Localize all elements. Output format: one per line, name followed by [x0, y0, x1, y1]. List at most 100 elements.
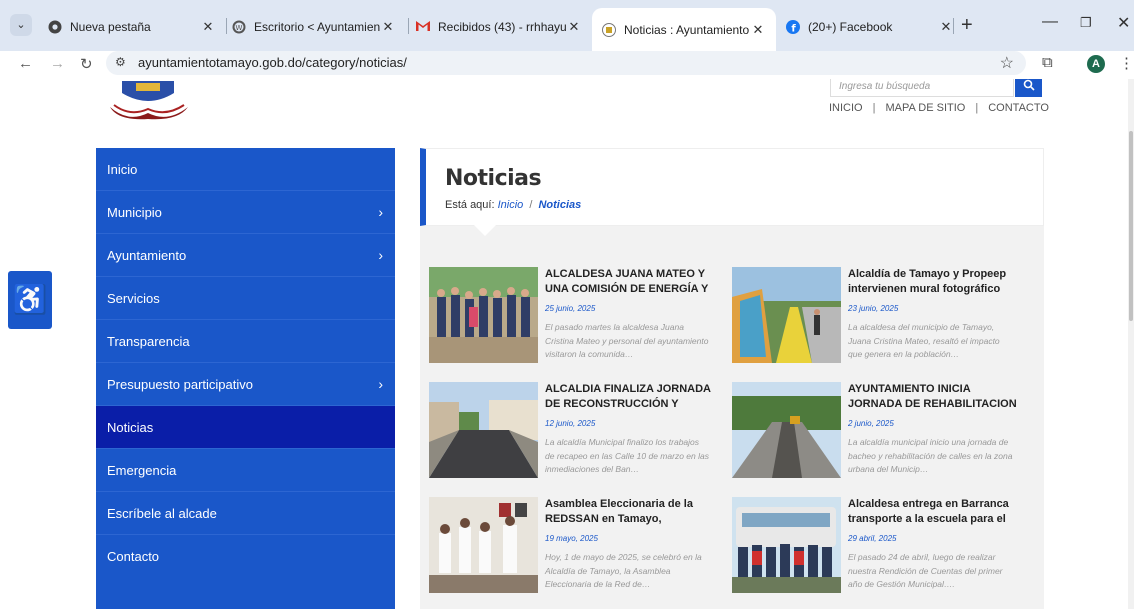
tab-separator	[953, 18, 954, 34]
post-thumbnail[interactable]	[429, 267, 538, 363]
address-bar[interactable]: ⚙ ayuntamientotamayo.gob.do/category/not…	[106, 51, 1026, 75]
sidebar-item-label: Inicio	[107, 162, 138, 177]
minimize-icon[interactable]: —	[1042, 13, 1058, 31]
header-notch	[474, 225, 496, 236]
back-icon[interactable]: ←	[18, 55, 33, 72]
topnav-contacto[interactable]: CONTACTO	[988, 102, 1049, 114]
page-title: Noticias	[445, 166, 542, 191]
post-date: 19 mayo, 2025	[545, 534, 598, 543]
chevron-right-icon: ›	[378, 376, 383, 392]
post-thumbnail[interactable]	[732, 382, 841, 478]
accessibility-button[interactable]: ♿	[8, 271, 52, 329]
nav-divider: |	[975, 102, 979, 114]
sidebar-item-municipio[interactable]: Municipio ›	[96, 191, 395, 234]
close-icon[interactable]: ✕	[200, 19, 216, 35]
tab-nueva-pestana[interactable]: Nueva pestaña ✕	[38, 8, 226, 45]
sidebar-item-presupuesto-participativo[interactable]: Presupuesto participativo ›	[96, 363, 395, 406]
tab-facebook[interactable]: f (20+) Facebook ✕	[776, 8, 964, 45]
post-thumbnail[interactable]	[732, 267, 841, 363]
tab-title: Nueva pestaña	[70, 19, 151, 34]
chrome-icon	[48, 20, 62, 34]
sidebar-item-noticias[interactable]: Noticias	[96, 406, 395, 449]
close-icon[interactable]: ✕	[938, 19, 954, 35]
breadcrumb-prefix: Está aquí:	[445, 199, 495, 211]
search-button[interactable]	[1015, 79, 1042, 97]
forward-icon[interactable]: →	[50, 55, 65, 72]
tab-search-button[interactable]: ⌄	[10, 14, 32, 36]
sidebar-item-escribele-al-alcade[interactable]: Escríbele al alcade	[96, 492, 395, 535]
post-thumbnail[interactable]	[429, 497, 538, 593]
breadcrumb-home[interactable]: Inicio	[498, 199, 524, 211]
sidebar-item-inicio[interactable]: Inicio	[96, 148, 395, 191]
post-thumbnail[interactable]	[429, 382, 538, 478]
news-post: Alcaldesa entrega en Barranca transporte…	[732, 497, 1028, 597]
browser-toolbar: ← → ↻ ⚙ ayuntamientotamayo.gob.do/catego…	[0, 51, 1134, 79]
news-post: ALCALDIA FINALIZA JORNADA DE RECONSTRUCC…	[429, 382, 725, 482]
post-excerpt: El pasado 24 de abril, luego de realizar…	[848, 552, 1003, 589]
sidebar-item-label: Contacto	[107, 549, 160, 564]
sidebar-menu: Inicio Municipio › Ayuntamiento › Servicio…	[96, 148, 395, 609]
sidebar-item-servicios[interactable]: Servicios	[96, 277, 395, 320]
window-close-icon[interactable]: ✕	[1117, 13, 1130, 33]
post-date: 12 junio, 2025	[545, 419, 596, 428]
sidebar-item-emergencia[interactable]: Emergencia	[96, 449, 395, 492]
tab-escritorio[interactable]: W Escritorio < Ayuntamiento d ✕	[222, 8, 406, 45]
web-page: Ingresa tu búsqueda INICIO | MAPA DE SIT…	[0, 79, 1134, 609]
post-title[interactable]: ALCALDIA FINALIZA JORNADA DE RECONSTRUCC…	[545, 382, 715, 412]
more-menu-icon[interactable]: ⋮	[1119, 54, 1134, 72]
post-excerpt: El pasado martes la alcaldesa Juana Cris…	[545, 322, 709, 359]
tab-gmail[interactable]: Recibidos (43) - rrhhayuntam ✕	[406, 8, 592, 45]
page-header: Noticias Está aquí: Inicio / Noticias	[420, 148, 1044, 226]
browser-tabstrip: ⌄ Nueva pestaña ✕ W Escritorio < Ayuntam…	[0, 0, 1134, 51]
bookmark-star-icon[interactable]: ☆	[1000, 53, 1014, 73]
wordpress-icon: W	[232, 20, 246, 34]
sidebar-item-contacto[interactable]: Contacto	[96, 535, 395, 578]
breadcrumb: Está aquí: Inicio / Noticias	[445, 199, 581, 211]
gmail-icon	[416, 20, 430, 34]
post-excerpt: La alcaldía municipal inicio una jornada…	[848, 437, 1013, 474]
post-excerpt: La alcaldesa del municipio de Tamayo, Ju…	[848, 322, 1000, 359]
sidebar-item-label: Municipio	[107, 205, 162, 220]
post-date: 2 junio, 2025	[848, 419, 894, 428]
municipal-seal-icon	[602, 22, 616, 37]
reload-icon[interactable]: ↻	[80, 55, 93, 73]
news-post: Alcaldía de Tamayo y Propeep intervienen…	[732, 267, 1028, 367]
post-title[interactable]: Alcaldesa entrega en Barranca transporte…	[848, 497, 1018, 527]
facebook-icon: f	[786, 19, 800, 34]
post-date: 25 junio, 2025	[545, 304, 596, 313]
extensions-icon[interactable]: ⧉	[1042, 54, 1053, 71]
search-input[interactable]: Ingresa tu búsqueda	[830, 79, 1014, 97]
post-date: 23 junio, 2025	[848, 304, 899, 313]
topnav-inicio[interactable]: INICIO	[829, 102, 863, 114]
breadcrumb-separator: /	[529, 199, 533, 211]
site-info-icon[interactable]: ⚙	[115, 55, 126, 69]
search-icon	[1023, 79, 1035, 91]
municipal-logo[interactable]	[108, 79, 190, 127]
sidebar-item-label: Transparencia	[107, 334, 190, 349]
post-title[interactable]: AYUNTAMIENTO INICIA JORNADA DE REHABILIT…	[848, 382, 1018, 412]
post-excerpt: Hoy, 1 de mayo de 2025, se celebró en la…	[545, 552, 702, 589]
post-title[interactable]: Asamblea Eleccionaria de la REDSSAN en T…	[545, 497, 715, 527]
profile-avatar[interactable]: A	[1087, 55, 1105, 73]
post-excerpt: La alcaldía Municipal finalizo los traba…	[545, 437, 709, 474]
tab-noticias[interactable]: Noticias : Ayuntamiento de T ✕	[592, 8, 776, 51]
close-icon[interactable]: ✕	[380, 19, 396, 35]
post-date: 29 abril, 2025	[848, 534, 897, 543]
news-post: Asamblea Eleccionaria de la REDSSAN en T…	[429, 497, 725, 597]
sidebar-item-label: Servicios	[107, 291, 160, 306]
sidebar-item-ayuntamiento[interactable]: Ayuntamiento ›	[96, 234, 395, 277]
sidebar-item-transparencia[interactable]: Transparencia	[96, 320, 395, 363]
sidebar-item-label: Emergencia	[107, 463, 177, 478]
new-tab-button[interactable]: +	[961, 14, 973, 36]
chevron-right-icon: ›	[378, 247, 383, 263]
top-navigation: INICIO | MAPA DE SITIO | CONTACTO	[829, 102, 1049, 114]
post-title[interactable]: Alcaldía de Tamayo y Propeep intervienen…	[848, 267, 1018, 297]
close-icon[interactable]: ✕	[566, 19, 582, 35]
post-thumbnail[interactable]	[732, 497, 841, 593]
post-title[interactable]: ALCALDESA JUANA MATEO Y UNA COMISIÓN DE …	[545, 267, 715, 297]
close-icon[interactable]: ✕	[750, 22, 766, 38]
sidebar-item-label: Escríbele al alcade	[107, 506, 217, 521]
topnav-mapa-de-sitio[interactable]: MAPA DE SITIO	[885, 102, 965, 114]
restore-icon[interactable]: ❐	[1080, 15, 1092, 31]
scrollbar-thumb[interactable]	[1129, 131, 1133, 321]
